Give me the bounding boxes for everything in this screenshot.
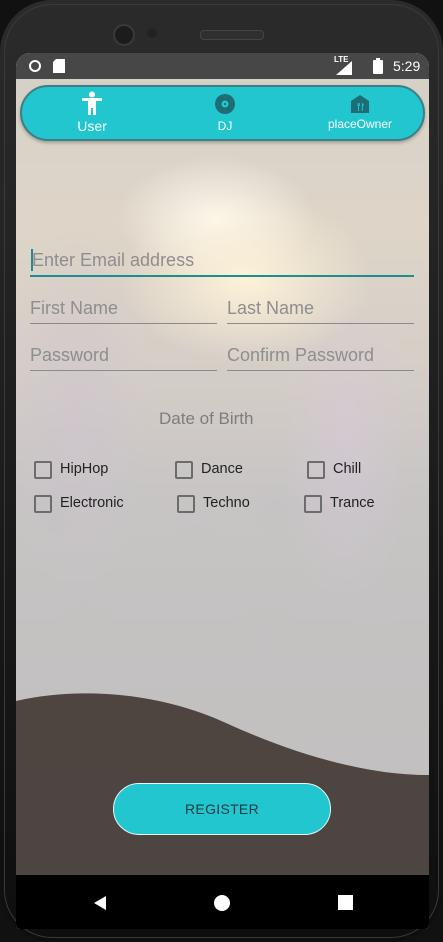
genre-checkbox-chill[interactable]: Chill xyxy=(307,461,397,481)
checkbox-box xyxy=(307,461,325,479)
home-icon[interactable] xyxy=(213,894,231,912)
checkbox-box xyxy=(304,495,322,513)
battery-icon xyxy=(373,58,383,74)
checkbox-box xyxy=(177,495,195,513)
restaurant-icon xyxy=(351,95,369,113)
password-placeholder: Password xyxy=(30,345,110,365)
genre-label: Electronic xyxy=(60,495,124,511)
proximity-sensor xyxy=(147,28,157,38)
genre-checkbox-hiphop[interactable]: HipHop xyxy=(34,461,134,481)
genre-checkbox-trance[interactable]: Trance xyxy=(304,495,404,515)
checkbox-box xyxy=(175,461,193,479)
email-field[interactable]: Enter Email address xyxy=(30,243,414,277)
screen: LTE 5:29 User DJ placeOwner Enter Email … xyxy=(16,53,429,929)
tab-dj-label: DJ xyxy=(217,119,233,133)
tab-user-label: User xyxy=(77,118,107,134)
password-field[interactable]: Password xyxy=(30,338,217,371)
tab-user[interactable]: User xyxy=(62,87,122,139)
genre-checkbox-dance[interactable]: Dance xyxy=(175,461,275,481)
genre-label: Chill xyxy=(333,461,362,477)
circle-notification-icon xyxy=(29,60,41,72)
genre-label: Techno xyxy=(203,495,250,511)
first-name-placeholder: First Name xyxy=(30,298,119,318)
user-type-nav: User DJ placeOwner xyxy=(20,85,425,141)
genre-checkbox-techno[interactable]: Techno xyxy=(177,495,277,515)
last-name-field[interactable]: Last Name xyxy=(227,291,414,324)
confirm-password-field[interactable]: Confirm Password xyxy=(227,338,414,371)
genre-label: Trance xyxy=(330,495,375,511)
front-camera xyxy=(113,24,135,46)
genre-label: Dance xyxy=(201,461,243,477)
last-name-placeholder: Last Name xyxy=(227,298,315,318)
status-time: 5:29 xyxy=(393,58,421,74)
date-of-birth-picker[interactable]: Date of Birth xyxy=(159,409,254,429)
vinyl-disc-icon xyxy=(215,94,235,114)
first-name-field[interactable]: First Name xyxy=(30,291,217,324)
person-icon xyxy=(82,91,102,115)
recents-icon[interactable] xyxy=(338,895,353,910)
system-nav-bar xyxy=(16,875,429,929)
checkbox-box xyxy=(34,461,52,479)
earpiece-speaker xyxy=(200,30,264,40)
tab-place-owner[interactable]: placeOwner xyxy=(320,87,400,139)
status-bar: LTE 5:29 xyxy=(16,53,429,79)
tab-place-owner-label: placeOwner xyxy=(327,117,393,131)
phone-frame: LTE 5:29 User DJ placeOwner Enter Email … xyxy=(0,0,443,942)
register-button[interactable]: REGISTER xyxy=(113,783,331,835)
tab-dj[interactable]: DJ xyxy=(202,87,248,139)
email-placeholder: Enter Email address xyxy=(32,250,195,270)
confirm-password-placeholder: Confirm Password xyxy=(227,345,375,365)
genre-checkbox-electronic[interactable]: Electronic xyxy=(34,495,154,515)
signal-icon xyxy=(336,61,352,75)
checkbox-box xyxy=(34,495,52,513)
genre-label: HipHop xyxy=(60,461,109,477)
registration-screen: User DJ placeOwner Enter Email address F… xyxy=(16,79,429,875)
back-icon[interactable] xyxy=(92,895,108,911)
sd-card-icon xyxy=(53,59,65,73)
